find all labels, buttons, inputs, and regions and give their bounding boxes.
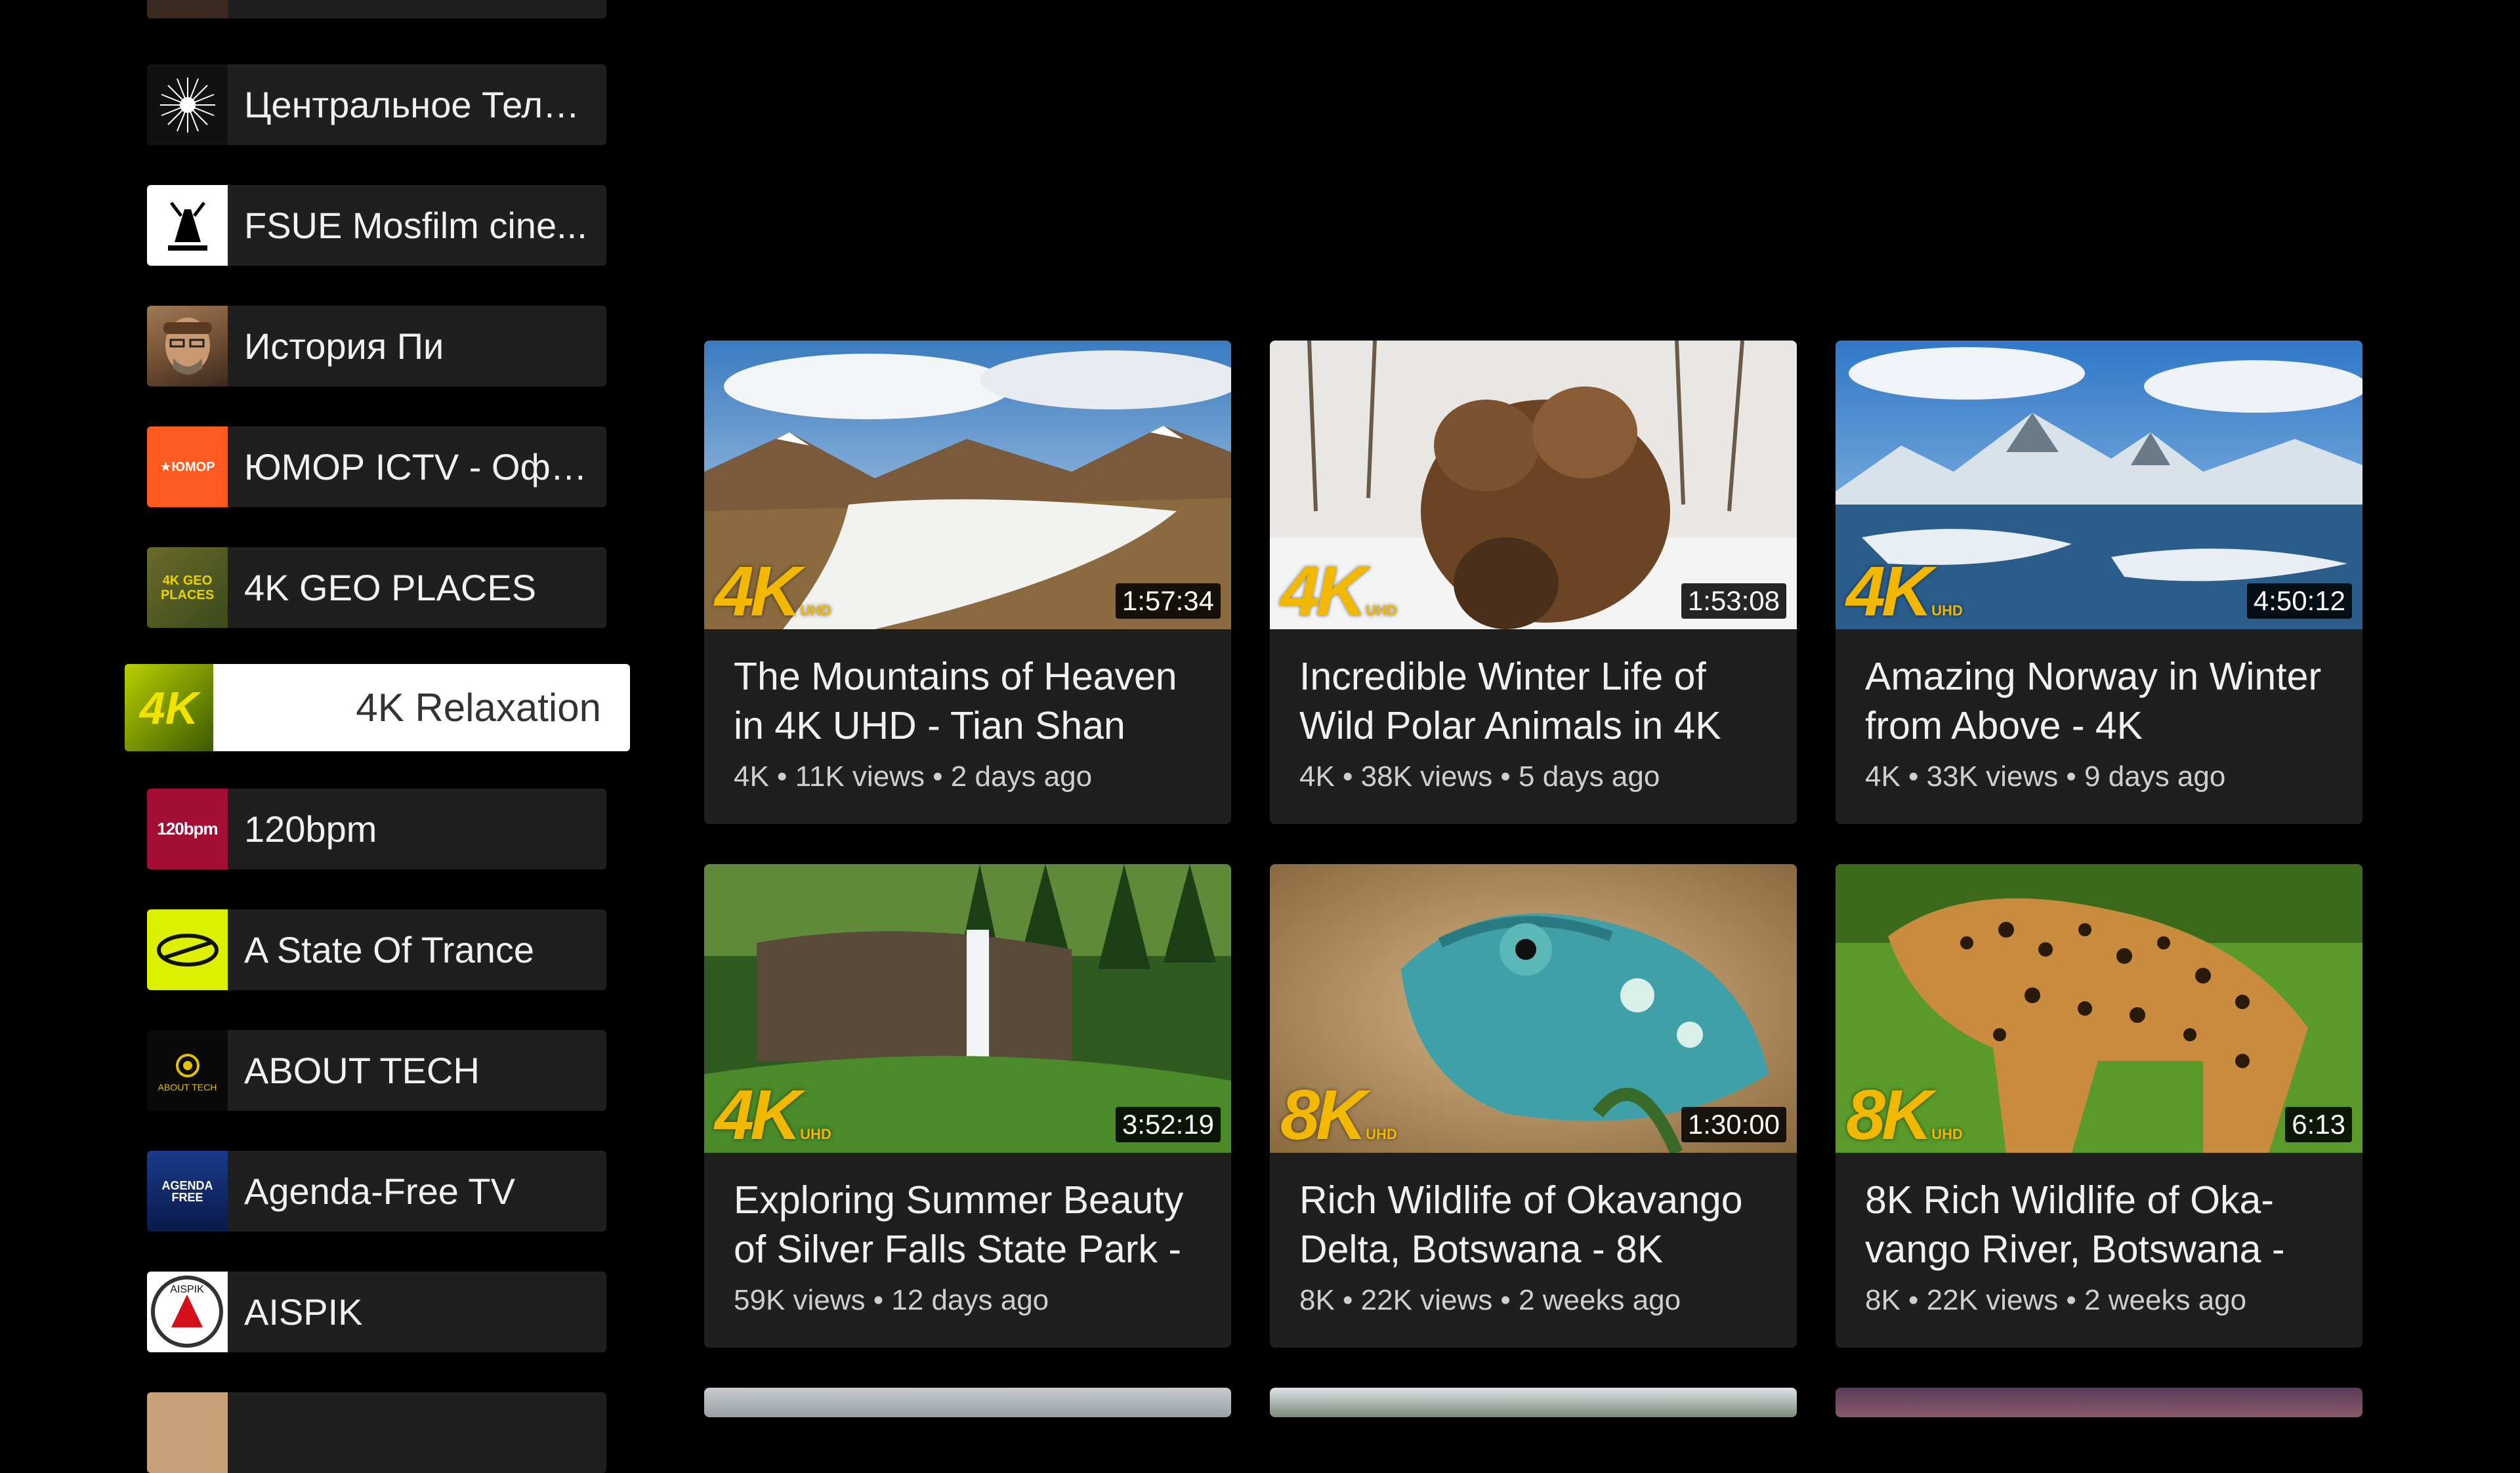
video-thumbnail	[1836, 1388, 2362, 1417]
geo-places-logo-icon: 4K GEO PLACES	[147, 547, 228, 628]
video-thumbnail: 4K UHD 4:50:12	[1836, 341, 2362, 629]
channel-item-120bpm[interactable]: 120bpm 120bpm	[147, 789, 606, 869]
4k-uhd-logo-icon: 4K	[125, 664, 213, 751]
video-meta: 4K • 33K views • 9 days ago	[1865, 760, 2226, 793]
resolution-badge: 4K UHD	[1280, 551, 1397, 629]
channel-item-agenda-free-tv[interactable]: AGENDA FREE Agenda-Free TV	[147, 1151, 606, 1232]
video-thumbnail: 8K UHD 1:30:00	[1270, 864, 1797, 1153]
channel-item-partial-top[interactable]	[147, 0, 606, 18]
video-card-partial[interactable]	[1836, 1388, 2362, 1417]
resolution-badge: 8K UHD	[1280, 1075, 1397, 1153]
channel-item-a-state-of-trance[interactable]: A State Of Trance	[147, 909, 606, 990]
video-meta: 8K • 22K views • 2 weeks ago	[1865, 1284, 2247, 1316]
portrait-avatar-icon	[147, 306, 228, 386]
video-title: Incredible Winter Life of Wild Polar Ani…	[1299, 655, 1721, 747]
video-thumbnail: 4K UHD 3:52:19	[704, 864, 1231, 1153]
channel-name: AISPIK	[244, 1291, 363, 1333]
video-meta: 59K views • 12 days ago	[734, 1284, 1049, 1316]
video-meta: 4K • 11K views • 2 days ago	[734, 760, 1093, 793]
asot-logo-icon	[147, 909, 228, 990]
channel-name: ЮМОР ICTV - Офи...	[244, 446, 592, 488]
channel-item-mosfilm[interactable]: FSUE Mosfilm cine...	[147, 185, 606, 266]
humor-ictv-logo-icon: ★ЮМОР	[147, 426, 228, 507]
video-meta: 8K • 22K views • 2 weeks ago	[1299, 1284, 1681, 1316]
video-card[interactable]: 8K UHD 1:30:00 Rich Wildlife of Okavango …	[1270, 864, 1797, 1348]
video-title: The Mountains of Heaven in 4K UHD - Tian…	[734, 655, 1177, 747]
channel-sidebar: Центральное Теле... FSUE Mosfilm cine...…	[0, 0, 656, 1473]
120bpm-logo-icon: 120bpm	[147, 789, 228, 869]
channel-item-humor-ictv[interactable]: ★ЮМОР ЮМОР ICTV - Офи...	[147, 426, 606, 507]
video-thumbnail	[1270, 1388, 1797, 1417]
video-card[interactable]: 4K UHD 4:50:12 Amazing Norway in Winter f…	[1836, 341, 2362, 824]
channel-name: FSUE Mosfilm cine...	[244, 205, 587, 246]
video-title: 8K Rich Wildlife of Oka-vango River, Bot…	[1865, 1178, 2285, 1271]
resolution-badge: 4K UHD	[715, 1075, 831, 1153]
video-card[interactable]: 4K UHD 1:53:08 Incredible Winter Life of …	[1270, 341, 1797, 824]
duration-label: 1:30:00	[1681, 1107, 1786, 1142]
video-title: Rich Wildlife of Okavango Delta, Botswan…	[1299, 1178, 1743, 1271]
video-meta: 4K • 38K views • 5 days ago	[1299, 760, 1660, 793]
sunburst-logo-icon	[147, 64, 228, 145]
channel-item-istoriya-pi[interactable]: История Пи	[147, 306, 606, 386]
video-card-partial[interactable]	[704, 1388, 1231, 1417]
channel-name: Центральное Теле...	[244, 84, 592, 125]
channel-name: ABOUT TECH	[244, 1050, 480, 1091]
aispik-logo-text: AISPIK	[170, 1284, 204, 1295]
channel-item-4k-relaxation[interactable]: 4K 4K Relaxation	[125, 664, 630, 751]
channel-name: 4K GEO PLACES	[244, 567, 537, 608]
video-thumbnail	[704, 1388, 1231, 1417]
about-tech-logo-text: ABOUT TECH	[158, 1081, 217, 1092]
channel-name: Agenda-Free TV	[244, 1171, 515, 1212]
channel-name: История Пи	[244, 325, 444, 367]
aispik-logo-icon: AISPIK	[147, 1272, 228, 1352]
video-card-partial[interactable]	[1270, 1388, 1797, 1417]
duration-label: 1:57:34	[1115, 583, 1221, 619]
channel-name: 120bpm	[244, 808, 377, 850]
video-thumbnail: 4K UHD 1:57:34	[704, 341, 1231, 629]
channel-item-about-tech[interactable]: ABOUT TECH ABOUT TECH	[147, 1030, 606, 1111]
about-tech-logo-icon: ABOUT TECH	[147, 1030, 228, 1111]
video-card[interactable]: 4K UHD 3:52:19 Exploring Summer Beauty of…	[704, 864, 1231, 1348]
resolution-badge: 4K UHD	[715, 551, 831, 629]
video-thumbnail: 8K UHD 6:13	[1836, 864, 2362, 1153]
channel-name: 4K Relaxation	[356, 686, 601, 730]
video-title: Exploring Summer Beauty of Silver Falls …	[734, 1178, 1184, 1271]
duration-label: 6:13	[2285, 1107, 2352, 1142]
agenda-free-logo-icon: AGENDA FREE	[147, 1151, 228, 1232]
channel-name: A State Of Trance	[244, 929, 535, 970]
video-thumbnail: 4K UHD 1:53:08	[1270, 341, 1797, 629]
resolution-badge: 4K UHD	[1846, 551, 1963, 629]
duration-label: 1:53:08	[1681, 583, 1786, 619]
resolution-badge: 8K UHD	[1846, 1075, 1963, 1153]
video-card[interactable]: 8K UHD 6:13 8K Rich Wildlife of Oka-vango…	[1836, 864, 2362, 1348]
channel-item-central-tv[interactable]: Центральное Теле...	[147, 64, 606, 145]
mosfilm-logo-icon	[147, 185, 228, 266]
channel-avatar	[147, 1392, 228, 1473]
channel-item-partial-bottom[interactable]	[147, 1392, 606, 1473]
duration-label: 4:50:12	[2246, 583, 2352, 619]
video-card[interactable]: 4K UHD 1:57:34 The Mountains of Heaven in…	[704, 341, 1231, 824]
video-title: Amazing Norway in Winter from Above - 4K…	[1865, 655, 2322, 747]
duration-label: 3:52:19	[1115, 1107, 1221, 1142]
channel-avatar	[147, 0, 228, 18]
channel-item-4k-geo-places[interactable]: 4K GEO PLACES 4K GEO PLACES	[147, 547, 606, 628]
channel-item-aispik[interactable]: AISPIK AISPIK	[147, 1272, 606, 1352]
